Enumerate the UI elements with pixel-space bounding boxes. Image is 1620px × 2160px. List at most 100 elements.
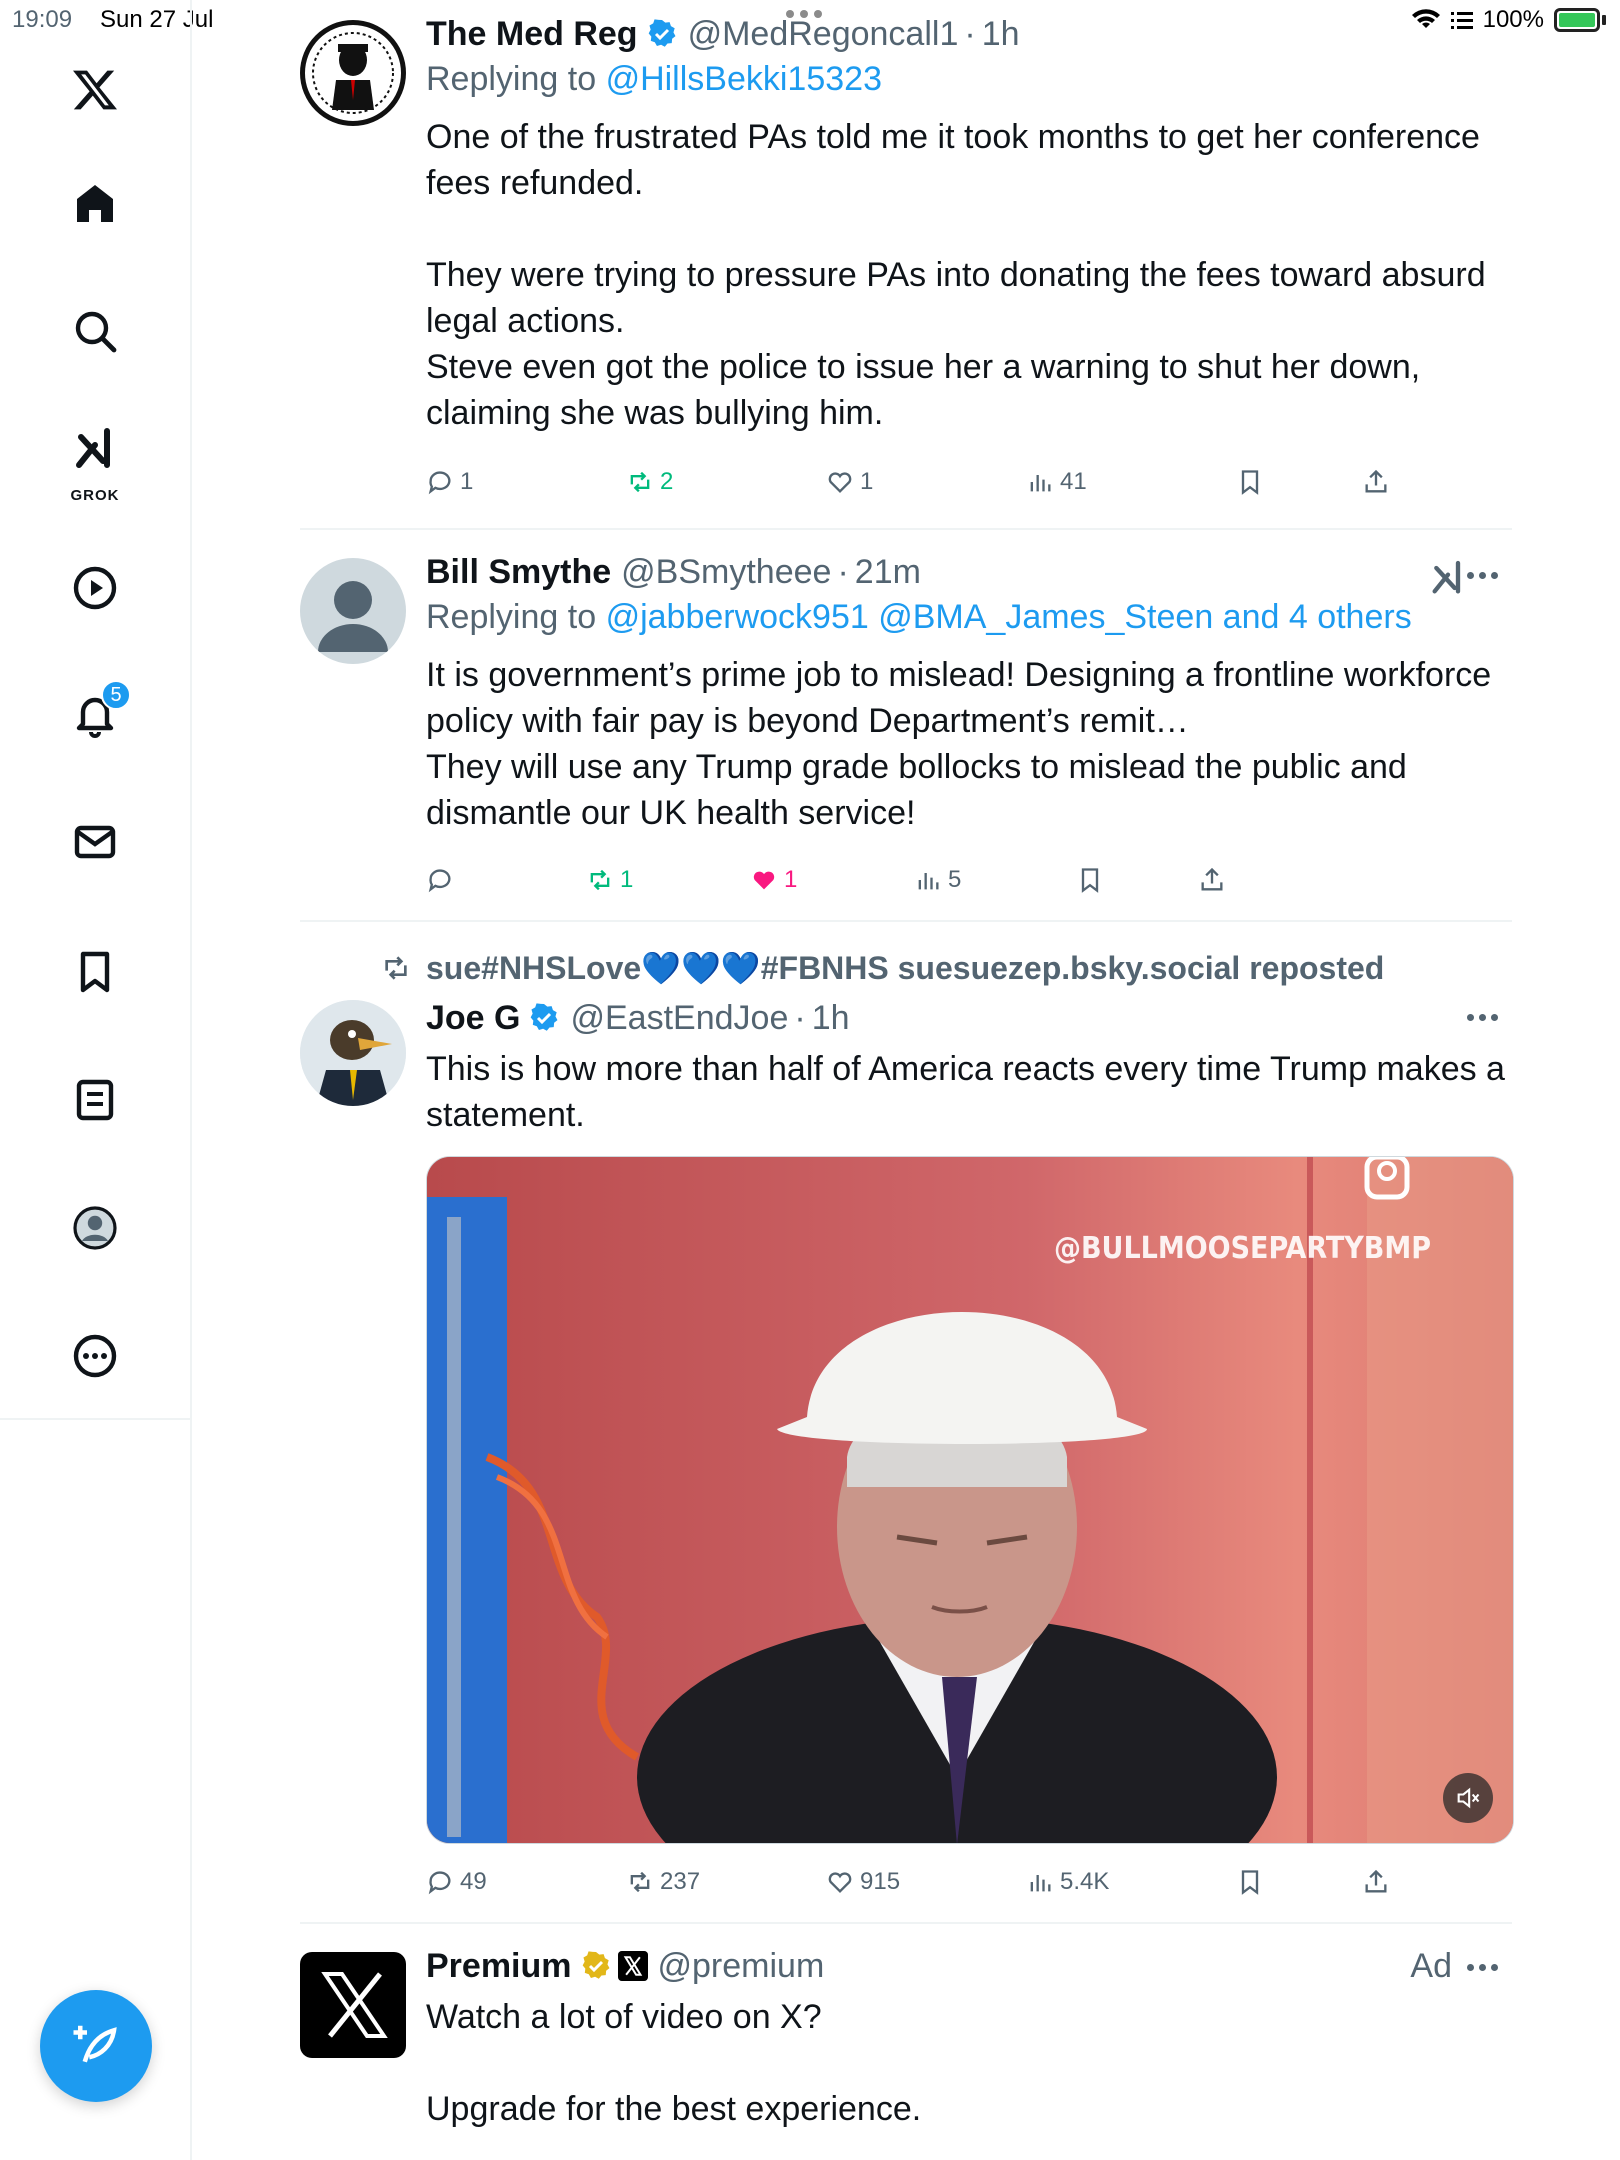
bookmark-icon bbox=[1241, 1870, 1259, 1895]
share-button[interactable] bbox=[1198, 860, 1226, 900]
tweet-header: Bill Smythe @BSmytheee · 21m bbox=[426, 550, 1512, 594]
author-name[interactable]: The Med Reg bbox=[426, 12, 638, 56]
views-icon bbox=[1030, 475, 1051, 492]
gold-verified-badge-icon bbox=[582, 1951, 609, 1979]
repost-icon bbox=[590, 869, 610, 891]
author-handle[interactable]: @BSmytheee bbox=[621, 550, 831, 594]
repost-button[interactable]: 1 bbox=[586, 860, 633, 900]
like-button[interactable]: 1 bbox=[826, 462, 873, 502]
replying-to-prefix: Replying to bbox=[426, 60, 597, 98]
author-name[interactable]: Premium bbox=[426, 1944, 572, 1988]
avatar[interactable] bbox=[300, 1952, 406, 2058]
bookmark-button[interactable] bbox=[1236, 462, 1264, 502]
more-icon[interactable] bbox=[55, 1316, 135, 1396]
share-icon bbox=[1365, 469, 1387, 493]
repost-icon bbox=[385, 956, 407, 980]
tweet-video[interactable]: @BULLMOOSEPARTYBMP bbox=[426, 1156, 1514, 1844]
lists-icon[interactable] bbox=[55, 1060, 135, 1140]
mute-button[interactable] bbox=[1443, 1773, 1493, 1823]
compose-button[interactable] bbox=[40, 1990, 152, 2102]
ad-label: Ad bbox=[1410, 1947, 1452, 1985]
like-button[interactable]: 915 bbox=[826, 1862, 900, 1902]
tweet-text: This is how more than half of America re… bbox=[426, 1050, 1515, 1134]
reply-to-link[interactable]: @jabberwock951 @BMA_James_Steen and 4 ot… bbox=[606, 598, 1412, 636]
author-handle[interactable]: @premium bbox=[658, 1944, 825, 1988]
bookmark-button[interactable] bbox=[1076, 860, 1104, 900]
view-count: 5 bbox=[948, 866, 962, 893]
tweet-time[interactable]: 1h bbox=[812, 996, 850, 1040]
like-count: 915 bbox=[860, 1868, 901, 1895]
avatar[interactable] bbox=[300, 20, 406, 126]
repost-count: 2 bbox=[660, 468, 674, 495]
tweet-time[interactable]: 21m bbox=[855, 550, 921, 594]
profile-icon[interactable] bbox=[55, 1188, 135, 1268]
home-icon[interactable] bbox=[55, 164, 135, 244]
repost-button[interactable]: 237 bbox=[626, 1862, 700, 1902]
sidebar-divider bbox=[0, 1418, 192, 1420]
share-button[interactable] bbox=[1362, 462, 1390, 502]
author-name[interactable]: Bill Smythe bbox=[426, 550, 611, 594]
video-icon[interactable] bbox=[55, 548, 135, 628]
more-options-icon[interactable] bbox=[1467, 1014, 1498, 1021]
tweet-actions: 49 237 915 5.4K bbox=[426, 1862, 1426, 1902]
views-icon bbox=[1030, 1875, 1051, 1892]
bookmark-icon bbox=[1081, 868, 1099, 893]
views-button[interactable]: 5.4K bbox=[1026, 1862, 1109, 1902]
share-icon bbox=[1365, 1869, 1387, 1893]
tweet-header: Joe G @EastEndJoe · 1h bbox=[426, 996, 1512, 1040]
avatar[interactable] bbox=[300, 1000, 406, 1106]
notifications-badge: 5 bbox=[101, 680, 131, 710]
messages-icon[interactable] bbox=[55, 802, 135, 882]
verified-badge-icon bbox=[531, 1003, 558, 1031]
repost-button[interactable]: 2 bbox=[626, 462, 673, 502]
notifications-icon[interactable]: 5 bbox=[55, 674, 135, 754]
bookmark-button[interactable] bbox=[1236, 1862, 1264, 1902]
avatar[interactable] bbox=[300, 558, 406, 664]
share-icon bbox=[1201, 867, 1223, 891]
author-name[interactable]: Joe G bbox=[426, 996, 520, 1040]
view-count: 41 bbox=[1060, 468, 1087, 495]
author-handle[interactable]: @EastEndJoe bbox=[570, 996, 788, 1040]
reply-icon bbox=[428, 1871, 451, 1895]
heart-icon bbox=[828, 472, 852, 493]
x-logo-icon[interactable] bbox=[55, 50, 135, 130]
repost-indicator[interactable]: sue#NHSLove💙💙💙#FBNHS suesuezep.bsky.soci… bbox=[380, 948, 1384, 988]
video-watermark: @BULLMOOSEPARTYBMP bbox=[1053, 1231, 1431, 1266]
x-affiliate-icon bbox=[617, 1951, 648, 1981]
tweet-text: One of the frustrated PAs told me it too… bbox=[426, 118, 1486, 432]
verified-badge-icon bbox=[648, 19, 676, 47]
battery-icon bbox=[1554, 8, 1606, 32]
more-options-icon[interactable] bbox=[1467, 572, 1498, 579]
muted-speaker-icon bbox=[1457, 1787, 1480, 1809]
bookmark-icon bbox=[1241, 470, 1259, 495]
tweet-header: Premium @premium bbox=[426, 1944, 1512, 1988]
tweet-header: The Med Reg @MedRegoncall1 · 1h bbox=[426, 12, 1512, 56]
tweet-time[interactable]: 1h bbox=[982, 12, 1020, 56]
repost-icon bbox=[630, 1871, 650, 1893]
reply-count: 49 bbox=[460, 1868, 487, 1895]
grok-icon[interactable]: GROK bbox=[55, 412, 135, 504]
grok-label: GROK bbox=[70, 487, 120, 504]
reply-button[interactable]: 1 bbox=[426, 462, 473, 502]
reply-count: 1 bbox=[460, 468, 474, 495]
author-handle[interactable]: @MedRegoncall1 bbox=[688, 12, 959, 56]
like-button[interactable]: 1 bbox=[750, 860, 797, 900]
tweet-separator bbox=[300, 528, 1512, 530]
reply-button[interactable]: 49 bbox=[426, 1862, 487, 1902]
search-icon[interactable] bbox=[55, 291, 135, 371]
tweet-separator bbox=[300, 1922, 1512, 1924]
more-options-icon[interactable] bbox=[1467, 1964, 1498, 1971]
tweet-actions: 1 1 5 bbox=[426, 860, 1426, 900]
repost-icon bbox=[630, 471, 650, 493]
reply-to-link[interactable]: @HillsBekki15323 bbox=[606, 60, 882, 98]
replying-to: Replying to @jabberwock951 @BMA_James_St… bbox=[426, 594, 1512, 640]
bookmarks-icon[interactable] bbox=[55, 932, 135, 1012]
views-button[interactable]: 5 bbox=[914, 860, 961, 900]
reply-button[interactable] bbox=[426, 860, 460, 900]
reply-icon bbox=[428, 471, 451, 495]
views-button[interactable]: 41 bbox=[1026, 462, 1087, 502]
grok-explain-icon[interactable] bbox=[1428, 558, 1468, 598]
share-button[interactable] bbox=[1362, 1862, 1390, 1902]
tweet-text: Watch a lot of video on X? Upgrade for t… bbox=[426, 1998, 922, 2128]
repost-count: 1 bbox=[620, 866, 634, 893]
